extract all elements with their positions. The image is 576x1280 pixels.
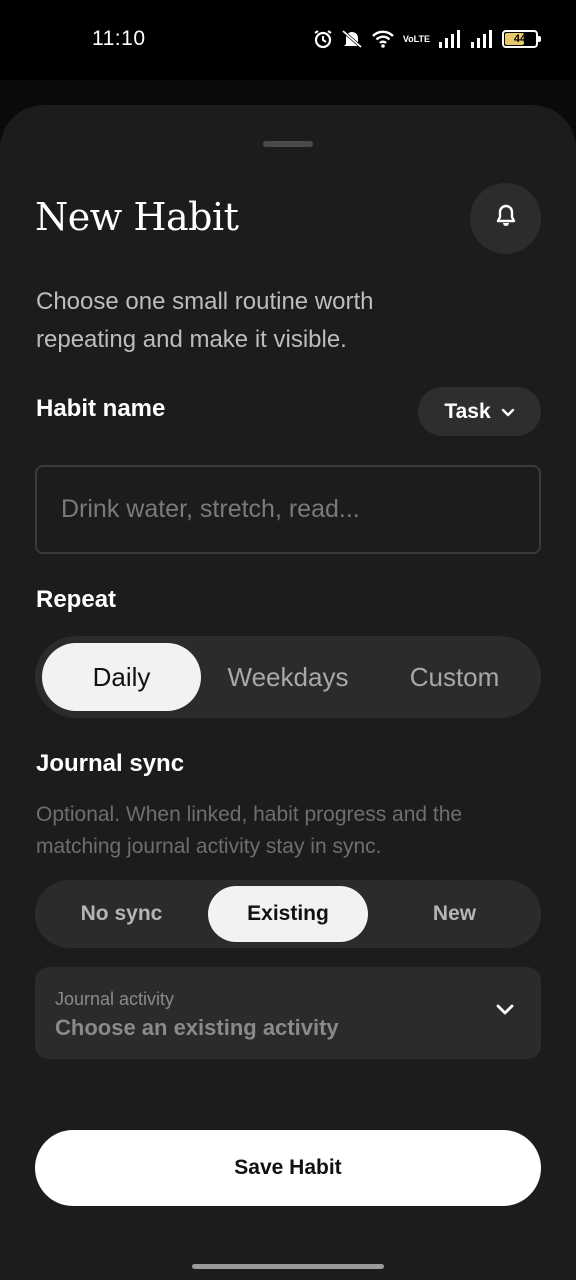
habit-type-value: Task: [444, 399, 491, 423]
repeat-option-weekdays[interactable]: Weekdays: [207, 643, 369, 711]
habit-name-label: Habit name: [36, 395, 166, 422]
save-habit-button[interactable]: Save Habit: [35, 1130, 541, 1206]
journal-activity-value: Choose an existing activity: [55, 1015, 339, 1040]
signal-icon: [470, 30, 494, 48]
page-subtitle: Choose one small routine worth repeating…: [36, 288, 374, 353]
wifi-icon: [371, 29, 395, 49]
alarm-icon: [313, 29, 333, 49]
bell-icon: [495, 204, 517, 233]
chevron-down-icon: [501, 400, 515, 424]
status-bar: 11:10 VoLTE 44: [0, 0, 576, 80]
sheet-grabber[interactable]: [263, 141, 313, 147]
journal-activity-select[interactable]: Journal activity Choose an existing acti…: [35, 967, 541, 1059]
status-time: 11:10: [92, 27, 146, 50]
chevron-down-icon: [495, 1003, 515, 1022]
home-indicator[interactable]: [192, 1264, 384, 1269]
repeat-option-daily[interactable]: Daily: [42, 643, 201, 711]
repeat-option-custom[interactable]: Custom: [375, 643, 534, 711]
journal-sync-segmented-control: No sync Existing New: [35, 880, 541, 948]
volte-icon: VoLTE: [402, 33, 430, 44]
journal-activity-label: Journal activity: [55, 989, 175, 1009]
habit-name-input[interactable]: [35, 465, 541, 554]
sync-option-none[interactable]: No sync: [41, 886, 202, 942]
journal-sync-description: Optional. When linked, habit progress an…: [36, 803, 463, 858]
habit-type-dropdown[interactable]: Task: [418, 387, 541, 436]
sync-option-existing[interactable]: Existing: [208, 886, 368, 942]
status-icons: VoLTE 44: [313, 27, 541, 51]
new-habit-sheet: New Habit Choose one small routine worth…: [0, 105, 576, 1280]
battery-icon: 44: [502, 30, 541, 48]
battery-level: 44: [513, 33, 527, 45]
page-title: New Habit: [35, 195, 239, 239]
signal-icon: [438, 30, 462, 48]
sync-option-new[interactable]: New: [374, 886, 535, 942]
repeat-segmented-control: Daily Weekdays Custom: [35, 636, 541, 718]
repeat-label: Repeat: [36, 586, 117, 613]
journal-sync-label: Journal sync: [36, 750, 185, 777]
reminder-button[interactable]: [470, 183, 541, 254]
mute-icon: [341, 29, 363, 49]
